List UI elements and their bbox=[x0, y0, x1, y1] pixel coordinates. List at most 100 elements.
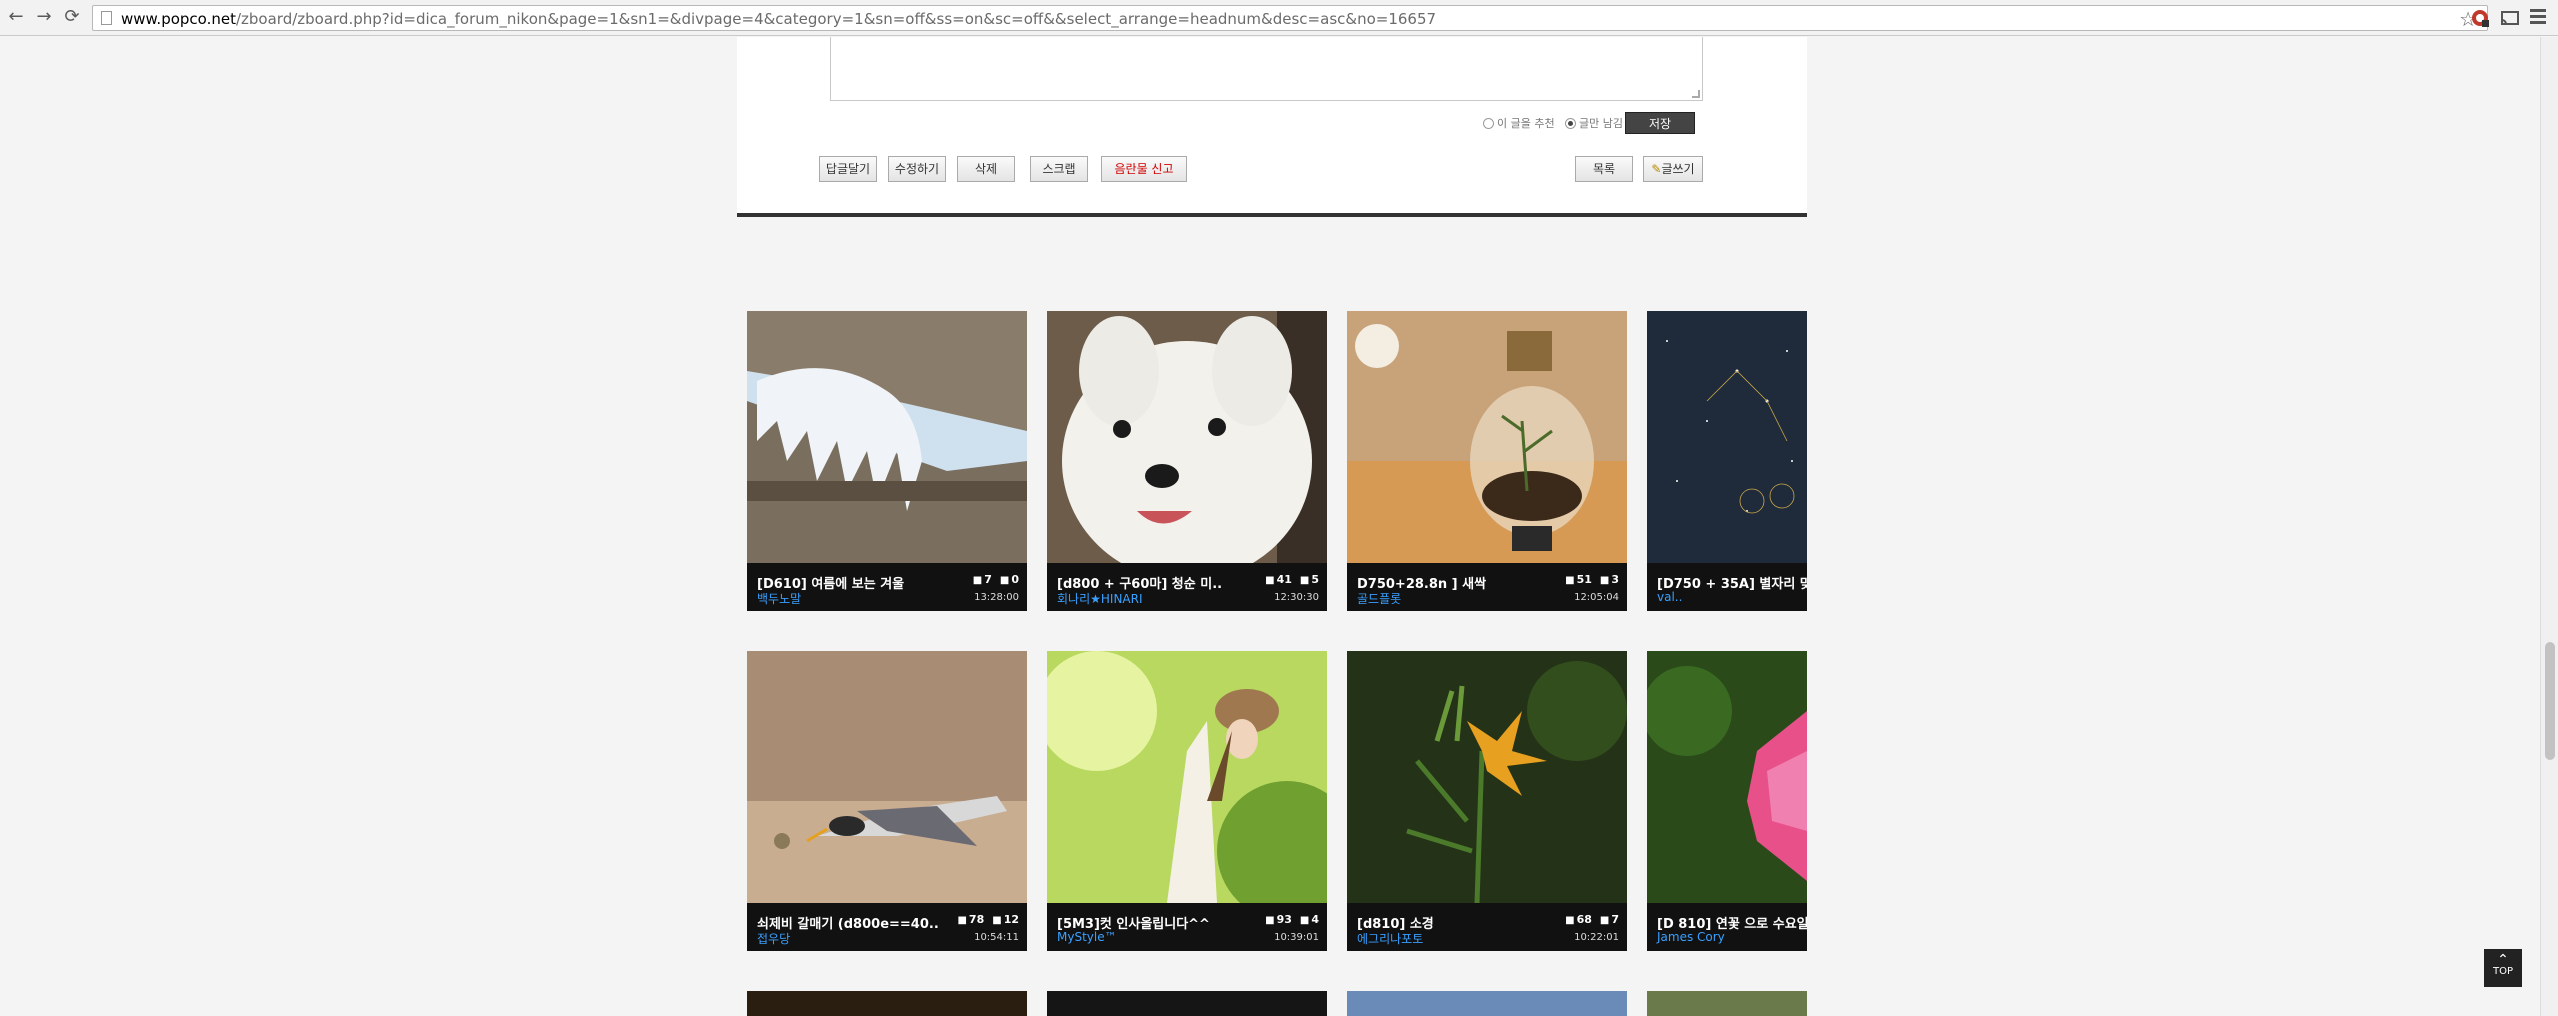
card-author[interactable]: 골드플롯 bbox=[1357, 590, 1401, 607]
delete-button[interactable]: 삭제 bbox=[957, 156, 1015, 182]
write-button[interactable]: ✎글쓰기 bbox=[1643, 156, 1703, 182]
scrollbar[interactable] bbox=[2540, 37, 2558, 1016]
card-time: 10:22:01 bbox=[1574, 932, 1619, 943]
gallery-card[interactable]: [D750 + 35A] 별자리 맞게 val.. bbox=[1647, 311, 1807, 611]
comment-count-value: 68 bbox=[1576, 913, 1592, 926]
reply-count: ■ 3 bbox=[1600, 573, 1619, 586]
gallery-card[interactable]: [d810] 소경 에그리나포토 ■ 68 ■ 7 10:22:01 bbox=[1347, 651, 1627, 951]
scroll-top-button[interactable]: ⌃ TOP bbox=[2484, 949, 2522, 987]
comment-count: ■ 7 bbox=[973, 573, 992, 586]
scrollbar-thumb[interactable] bbox=[2545, 642, 2555, 760]
gallery-card[interactable]: 쇠제비 갈매기 (d800e==40.. 접우당 ■ 78 ■ 12 10:54:1… bbox=[747, 651, 1027, 951]
card-caption: [5M3]컷 인사올립니다^^ MyStyle™ ■ 93 ■ 4 10:39:01 bbox=[1047, 903, 1327, 951]
comment-count-value: 93 bbox=[1276, 913, 1292, 926]
cast-icon[interactable] bbox=[2500, 8, 2520, 28]
list-button[interactable]: 목록 bbox=[1575, 156, 1633, 182]
reply-count: ■ 0 bbox=[1000, 573, 1019, 586]
address-bar[interactable]: www.popco.net/zboard/zboard.php?id=dica_… bbox=[92, 5, 2488, 31]
recommend-label: 이 글을 추천 bbox=[1497, 117, 1555, 130]
reply-button[interactable]: 답글달기 bbox=[819, 156, 877, 182]
reply-icon: ■ bbox=[1299, 915, 1310, 926]
comment-count: ■ 78 bbox=[957, 913, 984, 926]
reply-count-value: 4 bbox=[1311, 913, 1319, 926]
save-button[interactable]: 저장 bbox=[1625, 112, 1695, 134]
gallery-card[interactable]: [d800 + 구60마] 청순 미.. 회나리★HINARI ■ 41 ■ 5 1… bbox=[1047, 311, 1327, 611]
gallery-card[interactable]: [5M3]컷 인사올립니다^^ MyStyle™ ■ 93 ■ 4 10:39:01 bbox=[1047, 651, 1327, 951]
photo-thumbnail[interactable] bbox=[1347, 651, 1627, 903]
card-author[interactable]: James Cory bbox=[1657, 930, 1725, 944]
card-time: 10:54:11 bbox=[974, 932, 1019, 943]
reply-count: ■ 4 bbox=[1300, 913, 1319, 926]
scrap-button[interactable]: 스크랩 bbox=[1030, 156, 1088, 182]
edit-button[interactable]: 수정하기 bbox=[888, 156, 946, 182]
reply-icon: ■ bbox=[1299, 575, 1310, 586]
card-caption: 쇠제비 갈매기 (d800e==40.. 접우당 ■ 78 ■ 12 10:54:1… bbox=[747, 903, 1027, 951]
secret-option[interactable]: 글만 남김 bbox=[1565, 115, 1623, 131]
card-author[interactable]: 회나리★HINARI bbox=[1057, 590, 1143, 607]
photo-thumbnail[interactable] bbox=[747, 311, 1027, 563]
photo-thumbnail[interactable] bbox=[1647, 311, 1807, 563]
gallery-card[interactable]: [D 810] 연꽃 으로 수요일.. James Cory bbox=[1647, 651, 1807, 951]
url-host: www.popco.net bbox=[121, 10, 236, 28]
comment-count-value: 78 bbox=[968, 913, 985, 926]
gallery-card[interactable] bbox=[1047, 991, 1327, 1016]
card-time: 13:28:00 bbox=[974, 592, 1019, 603]
gallery-card[interactable] bbox=[1347, 991, 1627, 1016]
comment-icon: ■ bbox=[957, 915, 967, 926]
comment-icon: ■ bbox=[1265, 575, 1275, 586]
back-icon[interactable]: ← bbox=[6, 7, 26, 27]
comment-count: ■ 68 bbox=[1565, 913, 1592, 926]
card-stats: ■ 93 ■ 4 bbox=[1265, 913, 1319, 926]
comment-icon: ■ bbox=[1565, 915, 1575, 926]
top-label: TOP bbox=[2492, 966, 2513, 977]
resize-handle-icon[interactable] bbox=[1692, 90, 1700, 98]
reply-icon: ■ bbox=[992, 915, 1002, 926]
reply-icon: ■ bbox=[1599, 915, 1610, 926]
comment-textarea[interactable] bbox=[830, 37, 1703, 101]
reply-icon: ■ bbox=[1599, 575, 1610, 586]
photo-thumbnail[interactable] bbox=[1047, 651, 1327, 903]
card-stats: ■ 41 ■ 5 bbox=[1265, 573, 1319, 586]
secret-radio[interactable] bbox=[1565, 117, 1576, 129]
forward-icon[interactable]: → bbox=[34, 7, 54, 27]
photo-thumbnail[interactable] bbox=[747, 651, 1027, 903]
menu-icon[interactable] bbox=[2530, 9, 2546, 25]
card-author[interactable]: 에그리나포토 bbox=[1357, 930, 1423, 947]
card-time: 10:39:01 bbox=[1274, 932, 1319, 943]
gallery-card[interactable] bbox=[1647, 991, 1807, 1016]
adblock-extension-icon[interactable] bbox=[2470, 8, 2490, 28]
gallery-card[interactable]: [D610] 여름에 보는 겨울 백두노말 ■ 7 ■ 0 13:28:00 bbox=[747, 311, 1027, 611]
gallery-card[interactable]: D750+28.8n ] 새싹 골드플롯 ■ 51 ■ 3 12:05:04 bbox=[1347, 311, 1627, 611]
card-author[interactable]: 백두노말 bbox=[757, 590, 801, 607]
card-stats: ■ 7 ■ 0 bbox=[973, 573, 1019, 586]
card-author[interactable]: val.. bbox=[1657, 590, 1682, 604]
reply-count-value: 3 bbox=[1611, 573, 1619, 586]
photo-thumbnail[interactable] bbox=[1647, 651, 1807, 903]
card-time: 12:05:04 bbox=[1574, 592, 1619, 603]
url-path: /zboard/zboard.php?id=dica_forum_nikon&p… bbox=[235, 10, 1437, 28]
page-icon bbox=[101, 11, 112, 25]
url-text[interactable]: www.popco.net/zboard/zboard.php?id=dica_… bbox=[121, 10, 1436, 28]
comment-count-value: 51 bbox=[1576, 573, 1592, 586]
recommend-option[interactable]: 이 글을 추천 bbox=[1483, 115, 1555, 131]
card-stats: ■ 78 ■ 12 bbox=[957, 913, 1019, 926]
photo-thumbnail[interactable] bbox=[1047, 311, 1327, 563]
card-author[interactable]: 접우당 bbox=[757, 930, 790, 947]
card-author[interactable]: MyStyle™ bbox=[1057, 930, 1117, 944]
photo-thumbnail[interactable] bbox=[1347, 311, 1627, 563]
recommend-radio[interactable] bbox=[1483, 117, 1494, 129]
pencil-icon: ✎ bbox=[1651, 162, 1662, 176]
reload-icon[interactable]: ⟳ bbox=[62, 7, 82, 27]
reply-count-value: 12 bbox=[1003, 913, 1019, 926]
secret-label: 글만 남김 bbox=[1579, 117, 1623, 130]
comment-count-value: 7 bbox=[984, 573, 992, 586]
comment-icon: ■ bbox=[972, 575, 983, 586]
up-arrow-icon: ⌃ bbox=[2497, 952, 2509, 968]
report-button[interactable]: 음란물 신고 bbox=[1101, 156, 1187, 182]
reply-count: ■ 5 bbox=[1300, 573, 1319, 586]
post-panel: 이 글을 추천 글만 남김 저장 답글달기 수정하기 삭제 스크랩 음란물 신고… bbox=[737, 37, 1807, 217]
browser-toolbar: ← → ⟳ www.popco.net/zboard/zboard.php?id… bbox=[0, 0, 2558, 36]
card-caption: [d800 + 구60마] 청순 미.. 회나리★HINARI ■ 41 ■ 5 1… bbox=[1047, 563, 1327, 611]
comment-icon: ■ bbox=[1565, 575, 1575, 586]
gallery-card[interactable] bbox=[747, 991, 1027, 1016]
